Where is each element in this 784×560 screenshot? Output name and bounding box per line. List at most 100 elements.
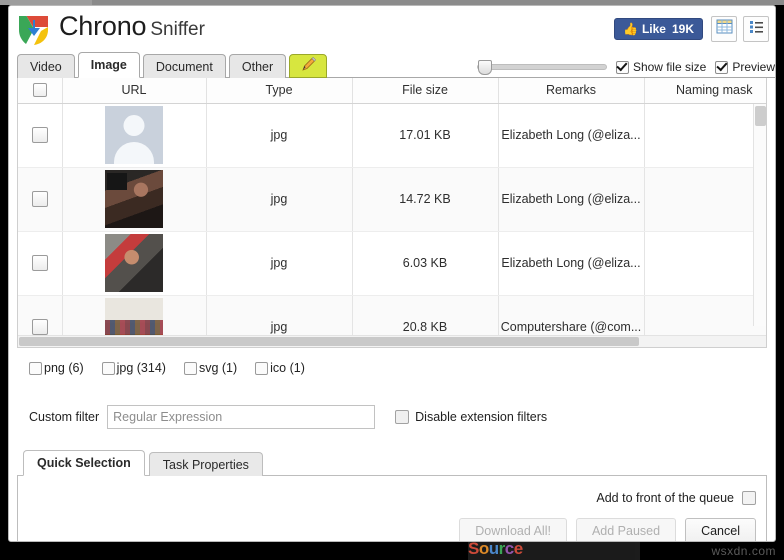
checkbox-box [29, 361, 42, 375]
thumbs-up-icon: 👍 [623, 22, 638, 36]
add-paused-button[interactable]: Add Paused [575, 518, 677, 541]
row-size: 14.72 KB [352, 167, 499, 232]
column-header-naming-mask[interactable]: Naming mask [644, 78, 766, 104]
preview-checkbox[interactable]: Preview [715, 60, 775, 74]
file-table: URL Type File size Remarks Naming mask j… [18, 78, 766, 347]
thumbnail-image [105, 170, 163, 228]
watermark-letter: u [488, 542, 499, 558]
facebook-like-button[interactable]: 👍 Like 19K [614, 18, 703, 40]
disable-extension-filters-label: Disable extension filters [415, 410, 548, 424]
row-remarks: Elizabeth Long (@eliza... [498, 103, 645, 168]
filters-panel: png (6) jpg (314) svg (1) ico (1) Custom… [17, 357, 767, 429]
filter-svg[interactable]: svg (1) [183, 361, 238, 375]
row-checkbox[interactable] [31, 319, 48, 335]
footer-button-row: Download All! Add Paused Cancel [459, 518, 756, 541]
checkbox-box [395, 410, 410, 424]
scrollbar-thumb[interactable] [19, 337, 639, 346]
tab-other-label: Other [241, 59, 274, 74]
filter-svg-label: svg (1) [198, 361, 238, 375]
row-type: jpg [206, 167, 353, 232]
extension-filter-row: png (6) jpg (314) svg (1) ico (1) [29, 357, 767, 379]
custom-filter-input[interactable] [107, 405, 376, 429]
footer-panel: Add to front of the queue Download All! … [17, 476, 767, 541]
row-type: jpg [206, 103, 353, 168]
row-checkbox[interactable] [31, 191, 48, 207]
tab-document[interactable]: Document [142, 54, 226, 78]
filter-png[interactable]: png (6) [29, 361, 84, 375]
app-title-main: Chrono [59, 11, 147, 41]
disable-extension-filters-checkbox[interactable]: Disable extension filters [395, 410, 547, 424]
watermark-logo: Source [468, 542, 640, 560]
table-vertical-scrollbar[interactable] [753, 104, 766, 326]
tab-quick-selection[interactable]: Quick Selection [23, 450, 145, 476]
row-size: 6.03 KB [352, 231, 499, 296]
grid-view-button[interactable] [711, 16, 737, 42]
row-select-cell [18, 231, 63, 296]
tab-task-properties-label: Task Properties [162, 457, 249, 472]
like-label: Like [641, 22, 666, 36]
row-checkbox[interactable] [31, 127, 48, 143]
thumbnail-image [105, 234, 163, 292]
thumbnail-size-slider[interactable] [476, 60, 607, 75]
chrome-download-icon [17, 14, 50, 47]
row-type: jpg [206, 231, 353, 296]
thumbnail-image [105, 106, 163, 164]
checkbox-box [742, 491, 756, 505]
table-horizontal-scrollbar[interactable] [18, 335, 766, 347]
tab-other[interactable]: Other [228, 54, 287, 78]
list-view-icon [748, 18, 765, 40]
add-to-front-label: Add to front of the queue [596, 491, 734, 505]
checkbox-box [615, 60, 629, 74]
watermark-letter: S [468, 542, 479, 558]
row-naming-mask [644, 167, 766, 232]
list-view-button[interactable] [743, 16, 769, 42]
checkbox-box [101, 361, 115, 375]
file-table-container: URL Type File size Remarks Naming mask j… [17, 78, 767, 348]
filter-ico-label: ico (1) [270, 361, 305, 375]
filter-jpg-label: jpg (314) [116, 361, 166, 375]
table-row[interactable]: jpg 6.03 KB Elizabeth Long (@eliza... [18, 231, 766, 296]
watermark-letter: o [478, 542, 489, 558]
table-row[interactable]: jpg 17.01 KB Elizabeth Long (@eliza... [18, 103, 766, 168]
row-naming-mask [644, 103, 766, 168]
slider-handle[interactable] [477, 60, 492, 75]
tab-image[interactable]: Image [77, 52, 140, 78]
select-all-checkbox[interactable] [32, 83, 47, 98]
chrono-sniffer-window: Chrono Sniffer 👍 Like 19K Video Image Do… [8, 5, 776, 542]
cancel-button[interactable]: Cancel [685, 518, 756, 541]
download-all-button[interactable]: Download All! [459, 518, 567, 541]
pencil-icon [300, 56, 317, 76]
add-paused-label: Add Paused [591, 524, 661, 538]
column-header-type[interactable]: Type [206, 78, 353, 104]
table-row[interactable]: jpg 14.72 KB Elizabeth Long (@eliza... [18, 167, 766, 232]
column-header-size[interactable]: File size [352, 78, 499, 104]
watermark-text: wsxdn.com [711, 544, 776, 558]
tab-edit[interactable] [289, 54, 328, 78]
filter-ico[interactable]: ico (1) [255, 361, 305, 375]
tab-video-label: Video [30, 59, 62, 74]
app-header: Chrono Sniffer 👍 Like 19K [9, 6, 775, 52]
scrollbar-thumb[interactable] [755, 106, 766, 126]
row-select-cell [18, 167, 63, 232]
row-select-cell [18, 103, 63, 168]
filter-png-label: png (6) [44, 361, 84, 375]
show-file-size-checkbox[interactable]: Show file size [615, 60, 707, 74]
bottom-tab-strip: Quick Selection Task Properties [17, 449, 767, 476]
show-file-size-label: Show file size [632, 60, 707, 74]
tab-quick-selection-label: Quick Selection [37, 456, 131, 470]
add-to-front-checkbox[interactable]: Add to front of the queue [596, 491, 756, 505]
tab-document-label: Document [155, 59, 213, 74]
cancel-label: Cancel [701, 524, 740, 538]
view-toolbar: Show file size Preview [476, 60, 775, 75]
desktop-backdrop: Chrono Sniffer 👍 Like 19K Video Image Do… [0, 0, 784, 560]
filter-jpg[interactable]: jpg (314) [101, 361, 166, 375]
tab-task-properties[interactable]: Task Properties [148, 452, 263, 476]
row-checkbox[interactable] [31, 255, 48, 271]
custom-filter-row: Custom filter Disable extension filters [29, 405, 767, 429]
category-tabs: Video Image Document Other Show file siz… [17, 52, 775, 78]
column-header-url[interactable]: URL [62, 78, 207, 104]
tab-image-label: Image [90, 58, 127, 72]
column-header-remarks[interactable]: Remarks [498, 78, 645, 104]
row-remarks: Elizabeth Long (@eliza... [498, 231, 645, 296]
tab-video[interactable]: Video [17, 54, 75, 78]
